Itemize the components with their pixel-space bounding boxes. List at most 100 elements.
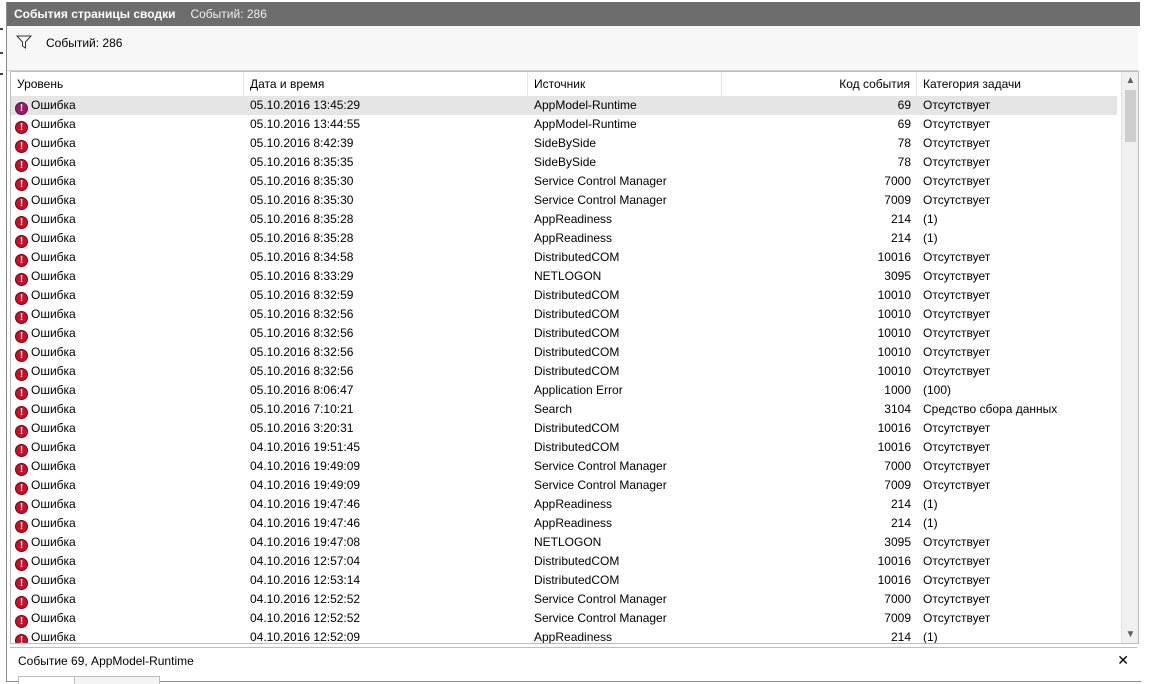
table-row[interactable]: ! Ошибка 05.10.2016 8:06:47 Application Err… xyxy=(11,381,1117,400)
cell-event-id: 10016 xyxy=(877,440,911,454)
table-row[interactable]: ! Ошибка 04.10.2016 19:51:45 DistributedCOM… xyxy=(11,438,1117,457)
table-row[interactable]: ! Ошибка 05.10.2016 8:32:59 DistributedCOM 1… xyxy=(11,286,1117,305)
cell-source: Service Control Manager xyxy=(534,174,667,188)
table-row[interactable]: ! Ошибка 04.10.2016 19:49:09 Service Contro… xyxy=(11,457,1117,476)
table-row[interactable]: ! Ошибка 05.10.2016 8:32:56 DistributedCOM 1… xyxy=(11,305,1117,324)
level-text: Ошибка xyxy=(31,592,76,606)
details-tab-1[interactable] xyxy=(18,676,76,684)
error-icon: ! xyxy=(15,444,28,457)
error-icon: ! xyxy=(15,330,28,343)
table-row[interactable]: ! Ошибка 04.10.2016 12:52:52 Service Contro… xyxy=(11,590,1117,609)
table-row[interactable]: ! Ошибка 05.10.2016 13:44:55 AppModel-Runti… xyxy=(11,115,1117,134)
level-text: Ошибка xyxy=(31,402,76,416)
cell-category: Отсутствует xyxy=(923,326,991,340)
error-icon: ! xyxy=(15,102,28,115)
column-header-source[interactable]: Источник xyxy=(528,72,722,96)
cell-level: ! Ошибка xyxy=(11,419,244,438)
cell-level: ! Ошибка xyxy=(11,286,244,305)
table-row[interactable]: ! Ошибка 04.10.2016 19:47:08 NETLOGON 3095 От… xyxy=(11,533,1117,552)
table-row[interactable]: ! Ошибка 05.10.2016 8:34:58 DistributedCOM 1… xyxy=(11,248,1117,267)
cell-datetime: 04.10.2016 19:47:08 xyxy=(250,535,361,549)
level-text: Ошибка xyxy=(31,497,76,511)
level-text: Ошибка xyxy=(31,307,76,321)
column-header-datetime[interactable]: Дата и время xyxy=(244,72,528,96)
cell-source: AppReadiness xyxy=(534,630,613,644)
table-row[interactable]: ! Ошибка 04.10.2016 12:52:52 Service Contro… xyxy=(11,609,1117,628)
cell-datetime: 05.10.2016 8:32:56 xyxy=(250,345,354,359)
cell-datetime: 05.10.2016 3:20:31 xyxy=(250,421,354,435)
close-icon[interactable]: ✕ xyxy=(1117,652,1129,669)
table-row[interactable]: ! Ошибка 04.10.2016 12:57:04 DistributedCOM… xyxy=(11,552,1117,571)
cell-source: AppModel-Runtime xyxy=(534,117,637,131)
error-icon: ! xyxy=(15,235,28,248)
table-row[interactable]: ! Ошибка 05.10.2016 8:35:35 SideBySide 78 Отс… xyxy=(11,153,1117,172)
cell-category: (1) xyxy=(923,231,938,245)
column-header-level[interactable]: Уровень xyxy=(11,72,244,96)
cell-source: DistributedCOM xyxy=(534,364,620,378)
table-row[interactable]: ! Ошибка 05.10.2016 8:35:28 AppReadiness 214… xyxy=(11,210,1117,229)
level-text: Ошибка xyxy=(31,98,76,112)
level-text: Ошибка xyxy=(31,231,76,245)
cell-event-id: 3104 xyxy=(884,402,911,416)
cell-level: ! Ошибка xyxy=(11,229,244,248)
cell-category: (100) xyxy=(923,383,952,397)
cell-level: ! Ошибка xyxy=(11,552,244,571)
level-text: Ошибка xyxy=(31,117,76,131)
cell-level: ! Ошибка xyxy=(11,343,244,362)
table-row[interactable]: ! Ошибка 04.10.2016 12:52:09 AppReadiness 21… xyxy=(11,628,1117,644)
cell-source: Application Error xyxy=(534,383,623,397)
error-icon: ! xyxy=(15,634,28,643)
cell-event-id: 7000 xyxy=(884,459,911,473)
details-tab-2[interactable] xyxy=(74,676,160,684)
cell-level: ! Ошибка xyxy=(11,172,244,191)
error-icon: ! xyxy=(15,463,28,476)
level-text: Ошибка xyxy=(31,573,76,587)
table-row[interactable]: ! Ошибка 05.10.2016 13:45:29 AppModel-Runti… xyxy=(11,96,1117,115)
cell-event-id: 10010 xyxy=(877,326,911,340)
error-icon: ! xyxy=(15,178,28,191)
cell-source: DistributedCOM xyxy=(534,440,620,454)
cell-category: Отсутствует xyxy=(923,573,991,587)
table-row[interactable]: ! Ошибка 05.10.2016 8:33:29 NETLOGON 3095 Отс… xyxy=(11,267,1117,286)
cell-level: ! Ошибка xyxy=(11,609,244,628)
table-row[interactable]: ! Ошибка 04.10.2016 19:47:46 AppReadiness 21… xyxy=(11,495,1117,514)
scrollbar-thumb[interactable] xyxy=(1125,90,1136,142)
column-header-event-id[interactable]: Код события xyxy=(722,72,917,96)
scroll-down-arrow-icon[interactable]: ▼ xyxy=(1122,626,1138,643)
table-row[interactable]: ! Ошибка 05.10.2016 8:32:56 DistributedCOM 1… xyxy=(11,362,1117,381)
table-row[interactable]: ! Ошибка 05.10.2016 8:35:30 Service Control… xyxy=(11,172,1117,191)
level-text: Ошибка xyxy=(31,269,76,283)
table-row[interactable]: ! Ошибка 04.10.2016 19:49:09 Service Contro… xyxy=(11,476,1117,495)
table-row[interactable]: ! Ошибка 05.10.2016 7:10:21 Search 3104 Средс… xyxy=(11,400,1117,419)
error-icon: ! xyxy=(15,406,28,419)
cell-level: ! Ошибка xyxy=(11,628,244,643)
scroll-up-arrow-icon[interactable]: ▲ xyxy=(1122,72,1138,89)
cell-event-id: 69 xyxy=(897,98,911,112)
cell-event-id: 7009 xyxy=(884,611,911,625)
table-row[interactable]: ! Ошибка 05.10.2016 8:32:56 DistributedCOM 1… xyxy=(11,343,1117,362)
table-row[interactable]: ! Ошибка 05.10.2016 8:32:56 DistributedCOM 1… xyxy=(11,324,1117,343)
cell-level: ! Ошибка xyxy=(11,400,244,419)
table-row[interactable]: ! Ошибка 04.10.2016 19:47:46 AppReadiness 21… xyxy=(11,514,1117,533)
cell-source: DistributedCOM xyxy=(534,345,620,359)
filter-icon[interactable] xyxy=(15,35,33,49)
column-header-category[interactable]: Категория задачи xyxy=(917,72,1117,96)
cell-datetime: 04.10.2016 19:49:09 xyxy=(250,459,361,473)
cell-level: ! Ошибка xyxy=(11,476,244,495)
table-row[interactable]: ! Ошибка 05.10.2016 8:35:28 AppReadiness 214… xyxy=(11,229,1117,248)
level-text: Ошибка xyxy=(31,383,76,397)
table-row[interactable]: ! Ошибка 05.10.2016 8:42:39 SideBySide 78 Отс… xyxy=(11,134,1117,153)
cell-datetime: 05.10.2016 13:45:29 xyxy=(250,98,361,112)
events-table[interactable]: Уровень Дата и время Источник Код событи… xyxy=(10,71,1139,644)
table-row[interactable]: ! Ошибка 04.10.2016 12:53:14 DistributedCOM… xyxy=(11,571,1117,590)
vertical-scrollbar[interactable]: ▲ ▼ xyxy=(1121,72,1138,643)
table-row[interactable]: ! Ошибка 05.10.2016 8:35:30 Service Control… xyxy=(11,191,1117,210)
cell-datetime: 04.10.2016 12:57:04 xyxy=(250,554,361,568)
cell-level: ! Ошибка xyxy=(11,495,244,514)
table-row[interactable]: ! Ошибка 05.10.2016 3:20:31 DistributedCOM 1… xyxy=(11,419,1117,438)
left-window-edge xyxy=(0,0,4,681)
cell-source: AppModel-Runtime xyxy=(534,98,637,112)
cell-source: DistributedCOM xyxy=(534,288,620,302)
cell-datetime: 05.10.2016 8:33:29 xyxy=(250,269,354,283)
cell-event-id: 10016 xyxy=(877,421,911,435)
